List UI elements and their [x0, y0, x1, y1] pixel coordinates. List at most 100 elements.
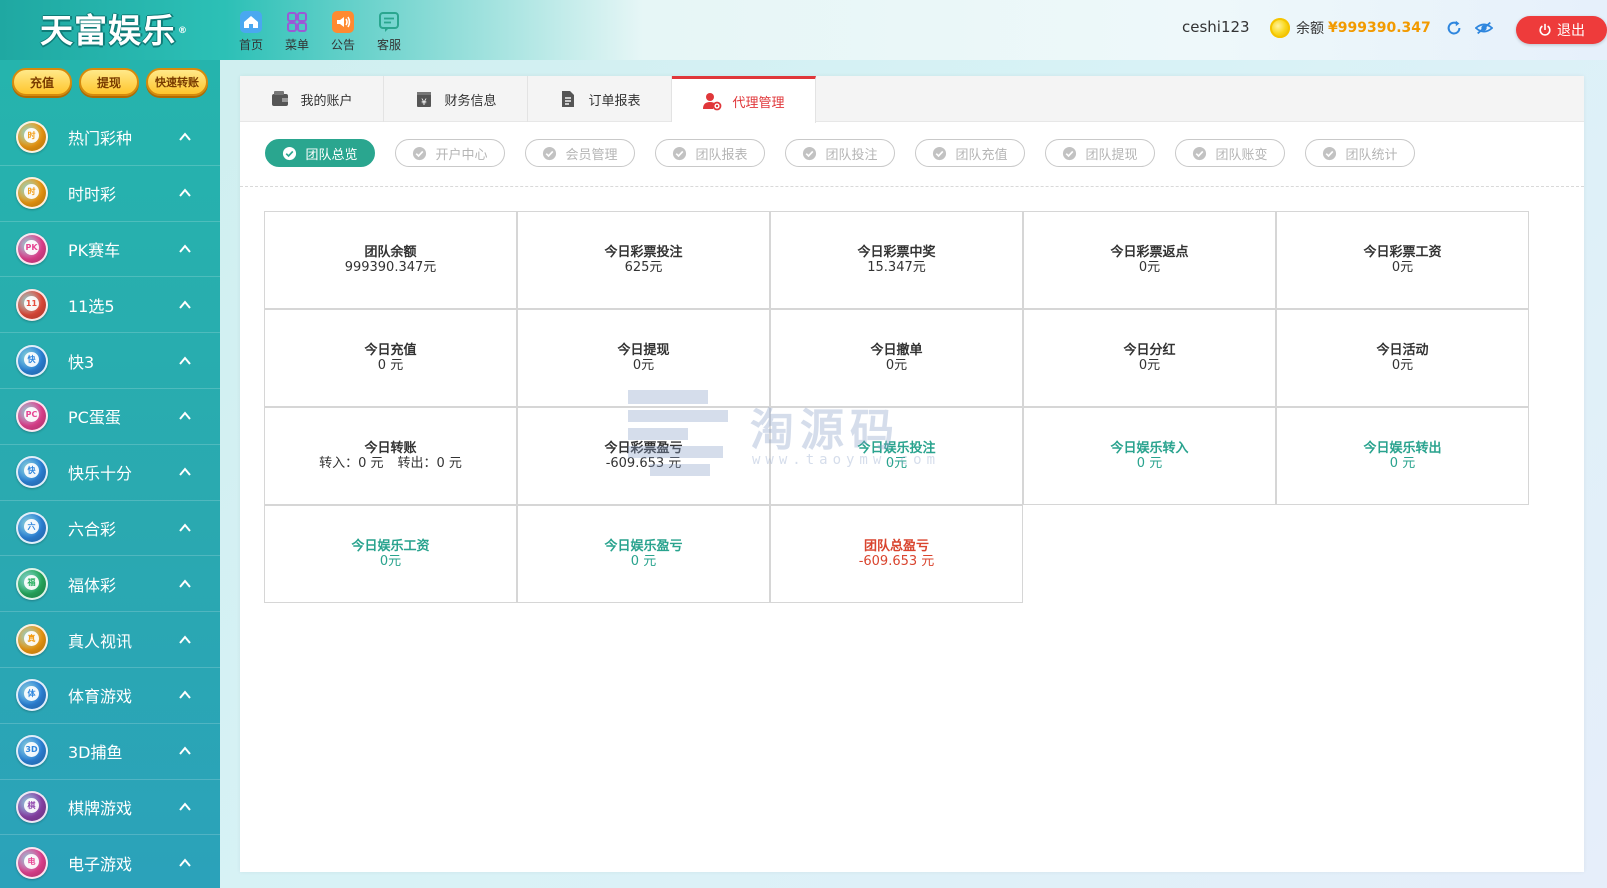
- chevron-up-icon[interactable]: [178, 521, 192, 535]
- sidebar-item[interactable]: 真 真人视讯: [0, 612, 220, 668]
- subtab-item[interactable]: 会员管理: [525, 139, 635, 167]
- sidebar-item[interactable]: 棋 棋牌游戏: [0, 780, 220, 836]
- stat-cell: 今日撤单 0元: [770, 309, 1023, 407]
- stat-cell: 今日娱乐转出 0 元: [1276, 407, 1529, 505]
- sidebar-item[interactable]: PK PK赛车: [0, 222, 220, 278]
- tab-my-account[interactable]: 我的账户: [240, 76, 384, 122]
- stat-title: 今日彩票中奖: [857, 245, 936, 260]
- stat-value: 0元: [1138, 358, 1161, 373]
- chevron-up-icon[interactable]: [178, 800, 192, 814]
- hide-balance-icon[interactable]: [1474, 19, 1493, 37]
- tab-agent-management[interactable]: 代理管理: [672, 76, 816, 123]
- brand-logo[interactable]: 天富娱乐 ®: [40, 8, 190, 54]
- lottery-ball-icon: PC: [16, 400, 48, 433]
- chevron-up-icon[interactable]: [178, 242, 192, 256]
- subtab-item[interactable]: 团队充值: [915, 139, 1025, 167]
- sidebar-item-label: 11选5: [68, 296, 115, 316]
- ball-badge: 时: [27, 131, 36, 141]
- registered-mark: ®: [178, 26, 188, 36]
- chevron-up-icon[interactable]: [178, 465, 192, 479]
- stat-cell: 今日分红 0元: [1023, 309, 1276, 407]
- subtab-label: 团队统计: [1345, 147, 1398, 163]
- stat-cell: 今日充值 0 元: [264, 309, 517, 407]
- subtab-item[interactable]: 开户中心: [395, 139, 505, 167]
- ball-badge: 快: [27, 466, 36, 476]
- tab-order-report[interactable]: 订单报表: [528, 76, 672, 122]
- sidebar-item[interactable]: 快 快3: [0, 333, 220, 389]
- lottery-ball-icon: 体: [16, 679, 48, 712]
- refresh-icon[interactable]: [1445, 19, 1463, 37]
- stat-value: 0元: [379, 554, 402, 569]
- lottery-ball-icon: 电: [16, 846, 48, 879]
- sidebar-item[interactable]: PC PC蛋蛋: [0, 389, 220, 445]
- sidebar-item[interactable]: 快 快乐十分: [0, 445, 220, 501]
- stat-cell: 今日转账 转入：0 元转出：0 元: [264, 407, 517, 505]
- nav-notice[interactable]: 公告: [320, 10, 366, 53]
- ball-badge: 真: [27, 633, 36, 643]
- nav-menu-label: 菜单: [284, 38, 309, 52]
- subtab-item[interactable]: 团队账变: [1175, 139, 1285, 167]
- chevron-up-icon[interactable]: [178, 744, 192, 758]
- subtab-item[interactable]: 团队报表: [655, 139, 765, 167]
- sidebar-item[interactable]: 六 六合彩: [0, 501, 220, 557]
- chevron-up-icon[interactable]: [178, 409, 192, 423]
- check-circle-icon: [1063, 146, 1077, 160]
- nav-home[interactable]: 首页: [228, 10, 274, 53]
- stat-value: 0元: [1391, 260, 1414, 275]
- stat-title: 今日提现: [617, 343, 670, 358]
- quick-transfer-button[interactable]: 快速转账: [146, 68, 208, 96]
- sidebar-item[interactable]: 时 时时彩: [0, 166, 220, 222]
- chevron-up-icon[interactable]: [178, 130, 192, 144]
- tab-agent-management-label: 代理管理: [732, 95, 785, 111]
- sidebar-item-label: 快3: [68, 352, 95, 372]
- chevron-up-icon[interactable]: [178, 688, 192, 702]
- chevron-up-icon[interactable]: [178, 633, 192, 647]
- sidebar-item[interactable]: 时 热门彩种: [0, 110, 220, 166]
- balance-label: 余额: [1296, 21, 1324, 37]
- subtab-item[interactable]: 团队提现: [1045, 139, 1155, 167]
- stat-cell: 今日彩票盈亏 -609.653 元: [517, 407, 770, 505]
- chevron-up-icon[interactable]: [178, 186, 192, 200]
- chat-icon: [379, 12, 399, 32]
- check-circle-icon: [933, 146, 947, 160]
- lottery-ball-icon: 3D: [16, 735, 48, 768]
- home-icon: [240, 11, 262, 33]
- subtab-item[interactable]: 团队总览: [265, 139, 375, 167]
- subtab-label: 团队报表: [695, 147, 748, 163]
- sidebar-item[interactable]: 电 电子游戏: [0, 835, 220, 888]
- stat-title: 今日彩票盈亏: [604, 441, 683, 456]
- subtab-item[interactable]: 团队统计: [1305, 139, 1415, 167]
- grid-menu-icon: [287, 12, 307, 32]
- deposit-button[interactable]: 充值: [12, 68, 72, 96]
- stat-title: 今日撤单: [870, 343, 923, 358]
- logout-button[interactable]: 退出: [1516, 16, 1607, 44]
- sidebar-item-label: 福体彩: [68, 575, 117, 595]
- sidebar-item-label: 3D捕鱼: [68, 743, 123, 763]
- chevron-up-icon[interactable]: [178, 856, 192, 870]
- dashed-divider: [240, 186, 1584, 187]
- subtab-item[interactable]: 团队投注: [785, 139, 895, 167]
- brand-logo-text: 天富娱乐: [40, 11, 176, 50]
- stat-value: 0元: [1138, 260, 1161, 275]
- subtab-label: 开户中心: [435, 147, 488, 163]
- lottery-ball-icon: 真: [16, 623, 48, 656]
- finance-icon: ¥: [417, 92, 432, 108]
- document-icon: [562, 91, 575, 107]
- stat-cell: 今日活动 0元: [1276, 309, 1529, 407]
- sidebar-item[interactable]: 11 11选5: [0, 277, 220, 334]
- sidebar-item[interactable]: 体 体育游戏: [0, 668, 220, 724]
- chevron-up-icon[interactable]: [178, 298, 192, 312]
- sidebar-item[interactable]: 福 福体彩: [0, 556, 220, 613]
- team-stats-grid: 团队余额 999390.347元 今日彩票投注 625元 今日彩票中奖 15.347元 今日…: [264, 211, 1529, 603]
- tab-finance[interactable]: ¥ 财务信息: [384, 76, 528, 122]
- sidebar-item[interactable]: 3D 3D捕鱼: [0, 724, 220, 780]
- main-panel: 我的账户 ¥ 财务信息 订单报表 代理管理 团队总览 开户中心 会员管理 团队报…: [240, 76, 1584, 872]
- withdraw-button[interactable]: 提现: [79, 68, 139, 96]
- lottery-ball-icon: PK: [16, 232, 48, 265]
- chevron-up-icon[interactable]: [178, 577, 192, 591]
- chevron-up-icon[interactable]: [178, 354, 192, 368]
- nav-service[interactable]: 客服: [366, 10, 412, 53]
- nav-menu[interactable]: 菜单: [274, 10, 320, 53]
- username[interactable]: ceshi123: [1182, 18, 1250, 36]
- sidebar-item-label: 电子游戏: [68, 854, 133, 874]
